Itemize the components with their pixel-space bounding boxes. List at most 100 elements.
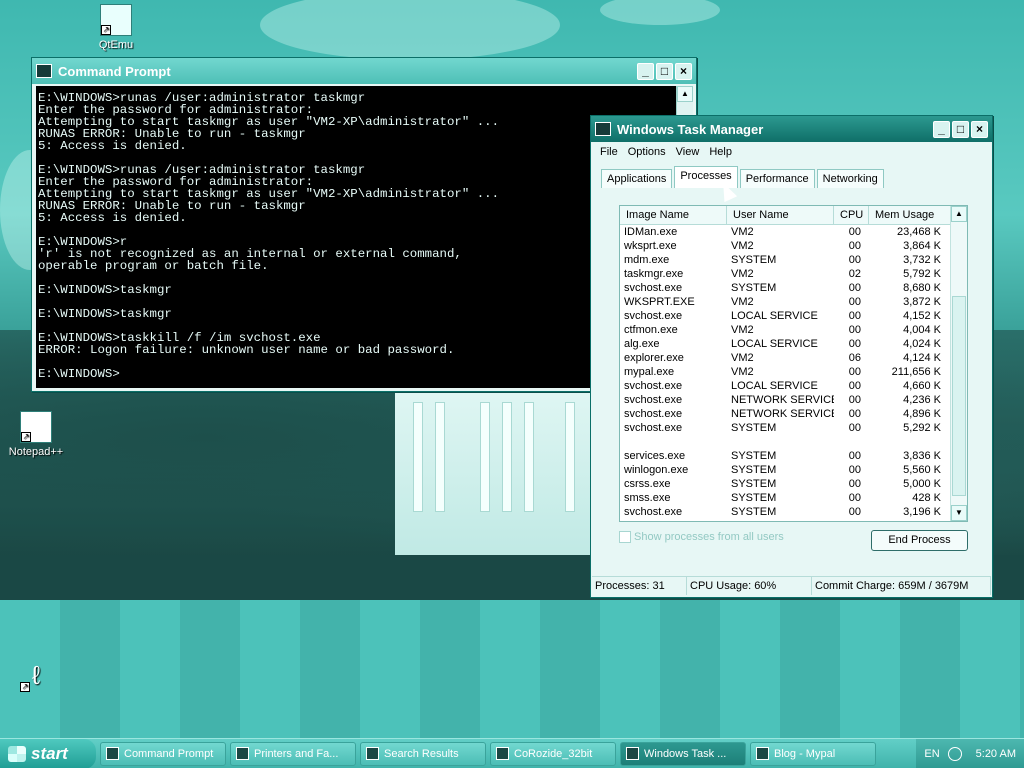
- show-all-users-option[interactable]: Show processes from all users: [619, 531, 784, 543]
- process-user-name: LOCAL SERVICE: [731, 380, 818, 392]
- process-image-name: mypal.exe: [624, 366, 675, 378]
- process-mem-usage: 4,004 K: [903, 324, 941, 336]
- table-row[interactable]: mypal.exe VM2 00 211,656 K: [620, 365, 967, 379]
- desktop-icon-unknown[interactable]: ℓ ↗: [1, 660, 71, 695]
- minimize-button[interactable]: _: [637, 62, 654, 80]
- column-cpu[interactable]: CPU: [834, 206, 869, 224]
- process-user-name: SYSTEM: [731, 506, 777, 518]
- scroll-down-icon[interactable]: ▼: [951, 505, 967, 521]
- desktop-icon-qtemu[interactable]: ↗ QtEmu: [81, 4, 151, 51]
- process-user-name: [727, 435, 834, 449]
- close-button[interactable]: ×: [675, 62, 692, 80]
- taskbar-button[interactable]: CoRozide_32bit: [490, 741, 616, 766]
- taskbar-button-label: Command Prompt: [124, 747, 214, 760]
- table-row[interactable]: mdm.exe SYSTEM 00 3,732 K: [620, 253, 967, 267]
- column-mem-usage[interactable]: Mem Usage: [869, 206, 951, 224]
- menu-options[interactable]: Options: [623, 144, 671, 160]
- taskbar-button[interactable]: Blog - Mypal: [750, 741, 876, 766]
- maximize-button[interactable]: □: [952, 120, 969, 138]
- minimize-button[interactable]: _: [933, 120, 950, 138]
- desktop-icon-label: QtEmu: [98, 39, 134, 51]
- table-row[interactable]: smss.exe SYSTEM 00 428 K: [620, 491, 967, 505]
- table-row[interactable]: [620, 435, 967, 449]
- table-row[interactable]: svchost.exe SYSTEM 00 3,196 K: [620, 505, 967, 519]
- end-process-button[interactable]: End Process: [871, 530, 968, 551]
- scroll-up-icon[interactable]: ▲: [677, 86, 693, 102]
- scroll-up-icon[interactable]: ▲: [951, 206, 967, 222]
- taskbar-tasks: Command Prompt Printers and Fa... Search R…: [96, 741, 876, 766]
- process-user-name: VM2: [731, 226, 754, 238]
- table-row[interactable]: explorer.exe VM2 06 4,124 K: [620, 351, 967, 365]
- table-row[interactable]: csrss.exe SYSTEM 00 5,000 K: [620, 477, 967, 491]
- table-row[interactable]: svchost.exe SYSTEM 00 8,680 K: [620, 281, 967, 295]
- process-image-name: svchost.exe: [624, 422, 683, 434]
- table-row[interactable]: svchost.exe LOCAL SERVICE 00 4,152 K: [620, 309, 967, 323]
- console-line: operable program or batch file.: [38, 259, 269, 273]
- scroll-thumb[interactable]: [952, 296, 966, 496]
- process-cpu: 06: [848, 352, 861, 364]
- table-row[interactable]: alg.exe LOCAL SERVICE 00 4,024 K: [620, 337, 967, 351]
- process-user-name: NETWORK SERVICE: [731, 408, 834, 420]
- table-row[interactable]: taskmgr.exe VM2 02 5,792 K: [620, 267, 967, 281]
- process-image-name: svchost.exe: [624, 310, 683, 322]
- taskbar-button[interactable]: Command Prompt: [100, 741, 226, 766]
- console-line: E:\WINDOWS>taskmgr: [38, 307, 172, 321]
- table-row[interactable]: winlogon.exe SYSTEM 00 5,560 K: [620, 463, 967, 477]
- system-tray: EN 5:20 AM: [916, 738, 1024, 768]
- table-row[interactable]: ctfmon.exe VM2 00 4,004 K: [620, 323, 967, 337]
- cmd-titlebar[interactable]: Command Prompt _ □ ×: [32, 58, 696, 84]
- taskmgr-titlebar[interactable]: Windows Task Manager _ □ ×: [591, 116, 992, 142]
- show-all-users-checkbox[interactable]: [619, 531, 631, 543]
- taskbar-button[interactable]: Printers and Fa...: [230, 741, 356, 766]
- status-commit: Commit Charge: 659M / 3679M: [812, 577, 991, 595]
- table-row[interactable]: svchost.exe LOCAL SERVICE 00 4,660 K: [620, 379, 967, 393]
- column-image-name[interactable]: Image Name: [620, 206, 727, 224]
- menu-view[interactable]: View: [671, 144, 705, 160]
- app-icon: [106, 747, 119, 760]
- shortcut-arrow-icon: ↗: [20, 682, 30, 692]
- process-list-scrollbar[interactable]: ▲ ▼: [950, 206, 967, 521]
- clock[interactable]: 5:20 AM: [976, 748, 1016, 760]
- process-cpu: 00: [848, 408, 861, 420]
- process-cpu: 00: [848, 506, 861, 518]
- cmd-console[interactable]: E:\WINDOWS>runas /user:administrator tas…: [36, 86, 677, 388]
- table-row[interactable]: svchost.exe NETWORK SERVICE 00 4,236 K: [620, 393, 967, 407]
- process-user-name: SYSTEM: [731, 282, 777, 294]
- tab-applications[interactable]: Applications: [601, 169, 673, 188]
- process-image-name: svchost.exe: [624, 282, 683, 294]
- taskmgr-menubar: File Options View Help: [591, 142, 992, 162]
- taskmgr-statusbar: Processes: 31 CPU Usage: 60% Commit Char…: [592, 576, 991, 595]
- process-cpu: [834, 435, 869, 449]
- menu-help[interactable]: Help: [704, 144, 737, 160]
- start-button[interactable]: start: [0, 738, 96, 768]
- language-indicator[interactable]: EN: [924, 748, 939, 760]
- process-image-name: svchost.exe: [624, 506, 683, 518]
- process-user-name: VM2: [731, 268, 754, 280]
- taskbar-button[interactable]: Search Results: [360, 741, 486, 766]
- maximize-button[interactable]: □: [656, 62, 673, 80]
- process-user-name: NETWORK SERVICE: [731, 394, 834, 406]
- process-cpu: 00: [848, 492, 861, 504]
- menu-file[interactable]: File: [595, 144, 623, 160]
- table-row[interactable]: WKSPRT.EXE VM2 00 3,872 K: [620, 295, 967, 309]
- tab-processes[interactable]: Processes: [674, 166, 738, 188]
- table-row[interactable]: svchost.exe NETWORK SERVICE 00 4,896 K: [620, 407, 967, 421]
- taskbar-button[interactable]: Windows Task ...: [620, 741, 746, 766]
- tab-networking[interactable]: Networking: [816, 169, 884, 188]
- process-list[interactable]: Image Name User Name CPU Mem Usage IDMan…: [619, 205, 968, 522]
- table-row[interactable]: services.exe SYSTEM 00 3,836 K: [620, 449, 967, 463]
- process-user-name: VM2: [731, 352, 754, 364]
- console-line: 5: Access is denied.: [38, 139, 187, 153]
- app-icon: [756, 747, 769, 760]
- network-icon[interactable]: [947, 746, 962, 761]
- column-user-name[interactable]: User Name: [727, 206, 834, 224]
- table-row[interactable]: wksprt.exe VM2 00 3,864 K: [620, 239, 967, 253]
- table-row[interactable]: IDMan.exe VM2 00 23,468 K: [620, 225, 967, 239]
- desktop-icon-notepadpp[interactable]: ↗ Notepad++: [1, 411, 71, 458]
- close-button[interactable]: ×: [971, 120, 988, 138]
- process-cpu: 00: [848, 310, 861, 322]
- tab-performance[interactable]: Performance: [739, 169, 815, 188]
- table-row[interactable]: svchost.exe SYSTEM 00 5,292 K: [620, 421, 967, 435]
- process-cpu: 00: [848, 226, 861, 238]
